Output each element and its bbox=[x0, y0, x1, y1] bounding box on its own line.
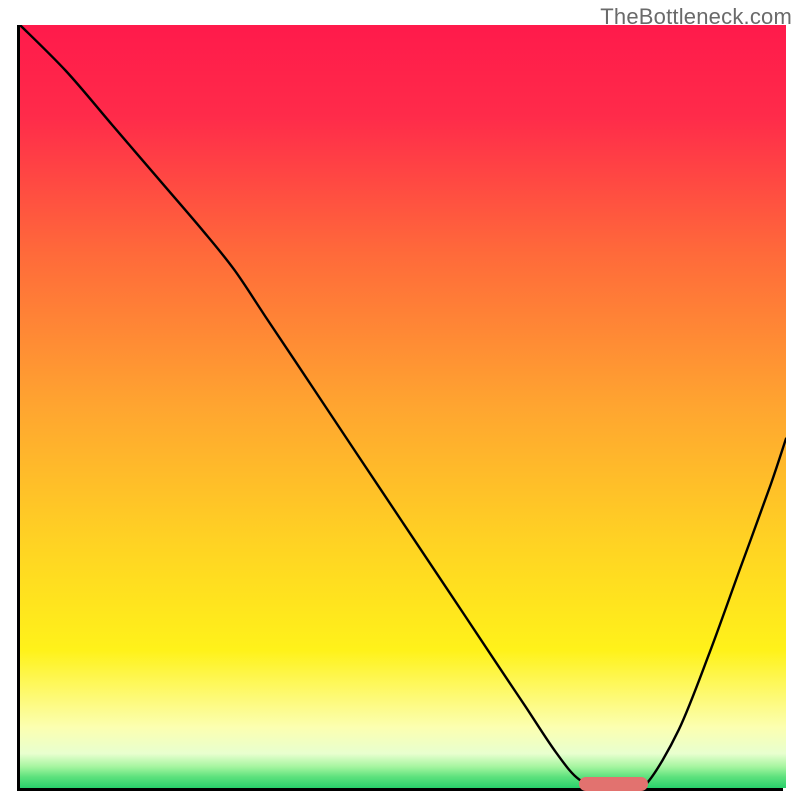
plot-area bbox=[17, 25, 783, 791]
chart-container: { "watermark": "TheBottleneck.com", "cha… bbox=[0, 0, 800, 800]
optimal-range-marker bbox=[579, 777, 648, 791]
plot-svg bbox=[20, 25, 786, 791]
plot-background bbox=[20, 25, 786, 788]
